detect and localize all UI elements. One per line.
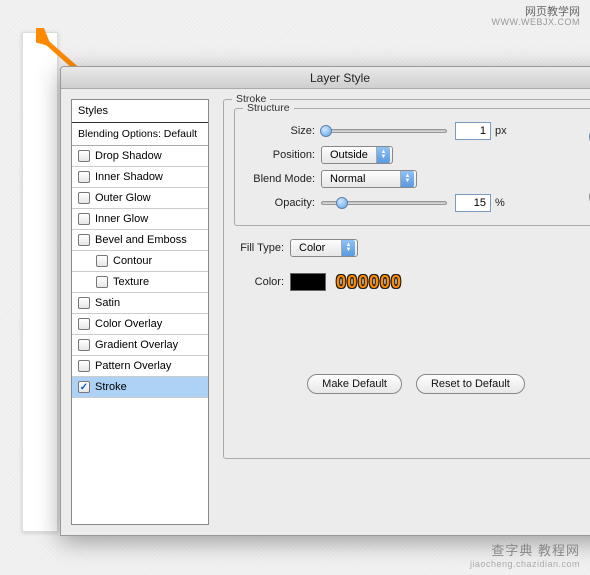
style-row-inner-glow[interactable]: Inner Glow [72,209,208,230]
style-row-gradient-overlay[interactable]: Gradient Overlay [72,335,208,356]
position-row: Position: Outside ▲▼ [245,143,587,167]
opacity-label: Opacity: [245,197,321,209]
watermark-bottom: 查字典 教程网 jiaocheng.chazidian.com [470,540,580,569]
structure-fieldset: Structure Size: 1 px Position: Outside [234,108,590,226]
checkbox-texture[interactable] [96,276,108,288]
blending-options-row[interactable]: Blending Options: Default [72,123,208,146]
filltype-value: Color [299,242,341,254]
style-row-contour[interactable]: Contour [72,251,208,272]
size-label: Size: [245,125,321,137]
label-outer-glow: Outer Glow [95,192,151,204]
size-slider-thumb[interactable] [320,125,332,137]
checkbox-bevel-emboss[interactable] [78,234,90,246]
label-inner-glow: Inner Glow [95,213,148,225]
stroke-fieldset: Stroke Structure Size: 1 px Position: [223,99,590,459]
size-slider[interactable] [321,129,447,133]
opacity-slider[interactable] [321,201,447,205]
checkbox-outer-glow[interactable] [78,192,90,204]
stroke-panel: Stroke Structure Size: 1 px Position: [209,89,590,535]
opacity-row: Opacity: 15 % [245,191,587,215]
structure-legend: Structure [243,102,294,114]
watermark-bottom-text: 查字典 教程网 [491,543,580,558]
updown-arrows-icon: ▲▼ [376,147,390,163]
checkbox-color-overlay[interactable] [78,318,90,330]
position-value: Outside [330,149,376,161]
style-row-pattern-overlay[interactable]: Pattern Overlay [72,356,208,377]
checkbox-pattern-overlay[interactable] [78,360,90,372]
label-texture: Texture [113,276,149,288]
style-row-texture[interactable]: Texture [72,272,208,293]
watermark-bottom-url: jiaocheng.chazidian.com [470,559,580,569]
label-satin: Satin [95,297,120,309]
color-label: Color: [238,276,290,288]
size-input[interactable]: 1 [455,122,491,140]
opacity-slider-thumb[interactable] [336,197,348,209]
label-color-overlay: Color Overlay [95,318,162,330]
reset-to-default-button[interactable]: Reset to Default [416,374,525,394]
style-row-bevel-emboss[interactable]: Bevel and Emboss [72,230,208,251]
dialog-titlebar[interactable]: Layer Style [61,67,590,89]
style-row-color-overlay[interactable]: Color Overlay [72,314,208,335]
style-row-drop-shadow[interactable]: Drop Shadow [72,146,208,167]
label-drop-shadow: Drop Shadow [95,150,162,162]
label-pattern-overlay: Pattern Overlay [95,360,171,372]
style-row-stroke[interactable]: Stroke [72,377,208,398]
updown-arrows-icon: ▲▼ [341,240,355,256]
opacity-unit: % [495,197,505,209]
label-inner-shadow: Inner Shadow [95,171,163,183]
checkbox-inner-glow[interactable] [78,213,90,225]
checkbox-stroke[interactable] [78,381,90,393]
checkbox-gradient-overlay[interactable] [78,339,90,351]
opacity-input[interactable]: 15 [455,194,491,212]
label-bevel-emboss: Bevel and Emboss [95,234,187,246]
style-row-inner-shadow[interactable]: Inner Shadow [72,167,208,188]
filltype-label: Fill Type: [238,242,290,254]
size-row: Size: 1 px [245,119,587,143]
blendmode-row: Blend Mode: Normal ▲▼ [245,167,587,191]
hex-annotation: 000000 [336,272,402,293]
label-stroke: Stroke [95,381,127,393]
layer-style-dialog: Layer Style Styles Blending Options: Def… [60,66,590,536]
color-row: Color: 000000 [238,270,590,294]
style-row-outer-glow[interactable]: Outer Glow [72,188,208,209]
right-button-column: Ne [583,127,590,233]
watermark-top: 网页教学网 WWW.WEBJX.COM [492,6,581,28]
color-swatch[interactable] [290,273,326,291]
position-popup[interactable]: Outside ▲▼ [321,146,393,164]
blendmode-popup[interactable]: Normal ▲▼ [321,170,417,188]
styles-sidebar: Styles Blending Options: Default Drop Sh… [71,99,209,525]
checkbox-drop-shadow[interactable] [78,150,90,162]
checkbox-inner-shadow[interactable] [78,171,90,183]
filltype-popup[interactable]: Color ▲▼ [290,239,358,257]
blendmode-label: Blend Mode: [245,173,321,185]
dialog-title: Layer Style [310,71,370,85]
checkbox-satin[interactable] [78,297,90,309]
filltype-row: Fill Type: Color ▲▼ [238,236,590,260]
styles-header[interactable]: Styles [72,100,208,123]
label-gradient-overlay: Gradient Overlay [95,339,178,351]
blendmode-value: Normal [330,173,400,185]
background-canvas [22,32,58,532]
size-unit: px [495,125,507,137]
checkbox-contour[interactable] [96,255,108,267]
updown-arrows-icon: ▲▼ [400,171,414,187]
make-default-button[interactable]: Make Default [307,374,402,394]
default-buttons-row: Make Default Reset to Default [234,374,590,394]
watermark-top-url: WWW.WEBJX.COM [492,18,581,28]
style-row-satin[interactable]: Satin [72,293,208,314]
position-label: Position: [245,149,321,161]
label-contour: Contour [113,255,152,267]
